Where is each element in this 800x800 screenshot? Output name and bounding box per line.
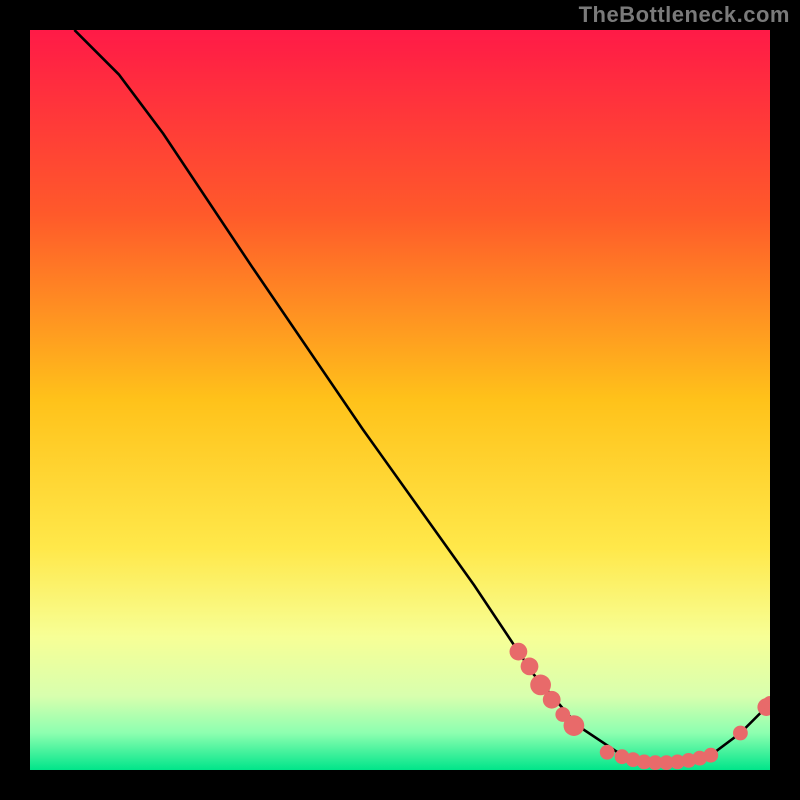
gradient-background: [30, 30, 770, 770]
data-marker: [703, 748, 718, 763]
chart-container: TheBottleneck.com: [0, 0, 800, 800]
plot-area: [30, 30, 770, 770]
data-marker: [600, 745, 615, 760]
chart-svg: [30, 30, 770, 770]
data-marker: [510, 643, 528, 661]
watermark-text: TheBottleneck.com: [579, 2, 790, 28]
data-marker: [521, 658, 539, 676]
data-marker: [564, 715, 585, 736]
data-marker: [543, 691, 561, 709]
data-marker: [733, 726, 748, 741]
